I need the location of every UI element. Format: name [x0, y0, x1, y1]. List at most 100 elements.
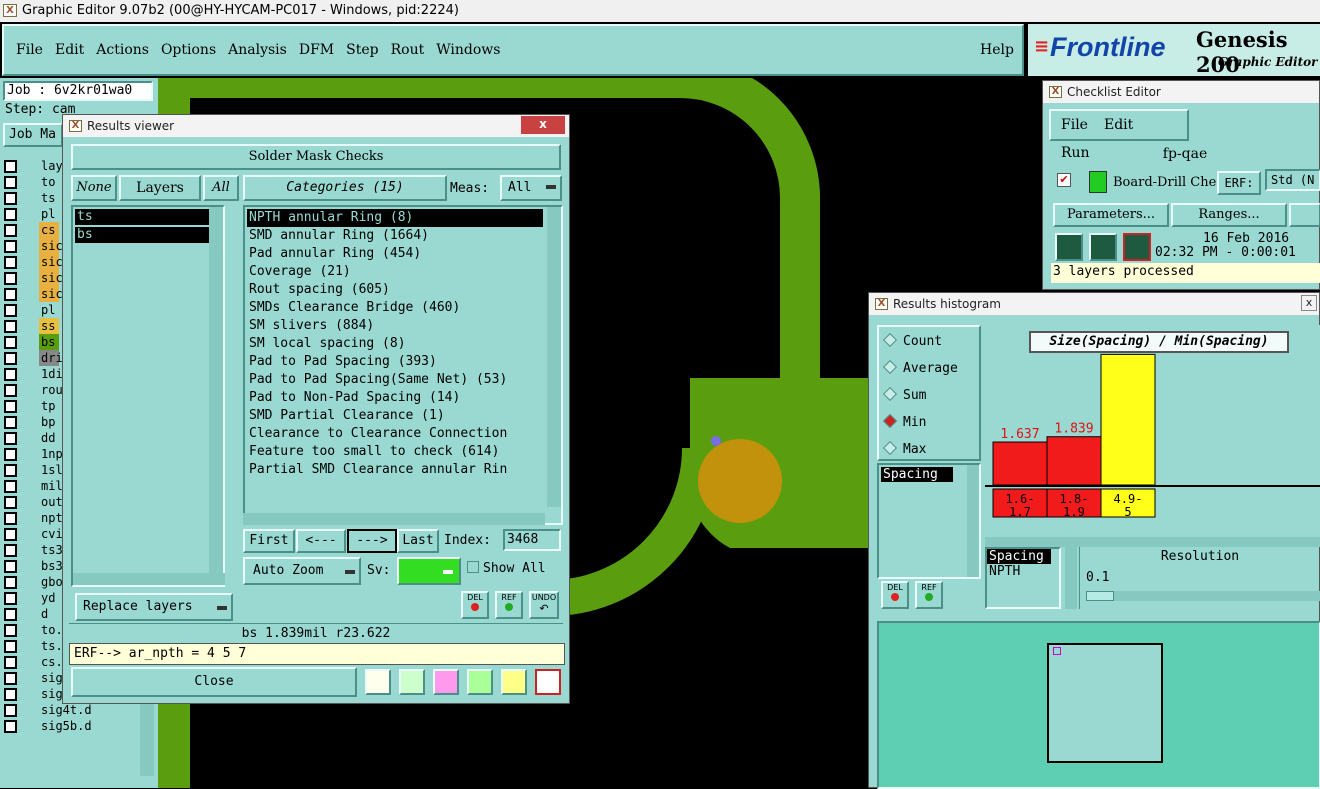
parameters-button[interactable]: Parameters...	[1053, 203, 1169, 227]
spacing-item[interactable]: Spacing	[987, 549, 1051, 564]
show-all-checkbox[interactable]	[467, 561, 479, 573]
export-icon[interactable]	[399, 669, 425, 695]
layer-checkbox[interactable]	[4, 496, 17, 509]
layer-checkbox[interactable]	[4, 256, 17, 269]
menu-analysis[interactable]: Analysis	[228, 42, 287, 58]
hist-ref-button[interactable]: REF	[915, 581, 943, 609]
category-item[interactable]: NPTH annular Ring (8)	[247, 209, 543, 227]
layer-checkbox[interactable]	[4, 400, 17, 413]
erf-button[interactable]: ERF:	[1217, 171, 1261, 195]
category-item[interactable]: Partial SMD Clearance annular Rin	[247, 461, 543, 479]
layer-checkbox[interactable]	[4, 320, 17, 333]
layer-checkbox[interactable]	[4, 208, 17, 221]
layer-checkbox[interactable]	[4, 704, 17, 717]
category-item[interactable]: Coverage (21)	[247, 263, 543, 281]
layer-checkbox[interactable]	[4, 416, 17, 429]
layer-checkbox[interactable]	[4, 192, 17, 205]
category-item[interactable]: SMD Partial Clearance (1)	[247, 407, 543, 425]
mode-option-average[interactable]: Average	[879, 358, 979, 385]
resolution-thumb[interactable]	[1086, 591, 1114, 601]
layer-checkbox[interactable]	[4, 224, 17, 237]
npth-item[interactable]: NPTH	[987, 564, 1059, 579]
category-list-vscroll[interactable]	[547, 207, 561, 507]
menu-actions[interactable]: Actions	[96, 42, 149, 58]
tab-categories[interactable]: Categories (15)	[243, 175, 447, 201]
histogram-icon[interactable]	[535, 669, 561, 695]
layer-checkbox[interactable]	[4, 464, 17, 477]
layer-checkbox[interactable]	[4, 480, 17, 493]
layer-checkbox[interactable]	[4, 560, 17, 573]
all-button[interactable]: All	[203, 175, 239, 201]
menu-rout[interactable]: Rout	[391, 42, 425, 58]
pin-icon[interactable]	[365, 669, 391, 695]
category-item[interactable]: Clearance to Clearance Connection	[247, 425, 543, 443]
layer-checkbox[interactable]	[4, 544, 17, 557]
ranges-button[interactable]: Ranges...	[1171, 203, 1287, 227]
spacing-scroll[interactable]	[1065, 547, 1077, 609]
category-list-hscroll[interactable]	[243, 513, 545, 525]
undo-button[interactable]: UNDO ↶	[529, 591, 559, 619]
del-button[interactable]: DEL	[461, 591, 489, 619]
layer-checkbox[interactable]	[4, 448, 17, 461]
menu-step[interactable]: Step	[346, 42, 378, 58]
category-item[interactable]: SM slivers (884)	[247, 317, 543, 335]
tab-layers[interactable]: Layers	[119, 175, 201, 201]
layer-checkbox[interactable]	[4, 240, 17, 253]
layer-checkbox[interactable]	[4, 592, 17, 605]
layer-checkbox[interactable]	[4, 288, 17, 301]
layer-checkbox[interactable]	[4, 512, 17, 525]
layer-checkbox[interactable]	[4, 576, 17, 589]
last-button[interactable]: Last	[397, 529, 439, 553]
action-label[interactable]: Board-Drill Che	[1113, 175, 1216, 190]
menu-options[interactable]: Options	[161, 42, 216, 58]
category-item[interactable]: SM local spacing (8)	[247, 335, 543, 353]
mode-option-min[interactable]: Min	[879, 412, 979, 439]
layer-checkbox[interactable]	[4, 352, 17, 365]
category-item[interactable]: Pad to Non-Pad Spacing (14)	[247, 389, 543, 407]
menu-dfm[interactable]: DFM	[299, 42, 334, 58]
category-item[interactable]: Pad to Pad Spacing (393)	[247, 353, 543, 371]
erf-field[interactable]: Std (N	[1265, 169, 1320, 191]
run-all-icon[interactable]	[1089, 233, 1117, 261]
layer-list-vscroll[interactable]	[209, 207, 223, 573]
category-item[interactable]: Pad to Pad Spacing(Same Net) (53)	[247, 371, 543, 389]
auto-zoom-dropdown[interactable]: Auto Zoom	[243, 557, 361, 585]
close-icon[interactable]: x	[1301, 295, 1317, 311]
menu-windows[interactable]: Windows	[436, 42, 500, 58]
mode-option-max[interactable]: Max	[879, 439, 979, 466]
layer-checkbox[interactable]	[4, 384, 17, 397]
prev-button[interactable]: <---	[296, 529, 346, 553]
menu-edit[interactable]: Edit	[55, 42, 84, 58]
menu-file[interactable]: File	[16, 42, 43, 58]
layer-checkbox[interactable]	[4, 624, 17, 637]
run-icon[interactable]	[1055, 233, 1083, 261]
layer-checkbox[interactable]	[4, 336, 17, 349]
layer-checkbox[interactable]	[4, 176, 17, 189]
layer-row[interactable]: sig5b.d	[4, 718, 138, 734]
delete-list-icon[interactable]	[433, 669, 459, 695]
layer-list-hscroll[interactable]	[73, 573, 225, 585]
checklist-menu-file[interactable]: File	[1061, 111, 1088, 139]
board-preview[interactable]	[877, 621, 1320, 789]
layer-checkbox[interactable]	[4, 656, 17, 669]
report-icon[interactable]	[467, 669, 493, 695]
hist-del-button[interactable]: DEL	[881, 581, 909, 609]
layer-checkbox[interactable]	[4, 272, 17, 285]
layer-checkbox[interactable]	[4, 368, 17, 381]
radio-icon[interactable]	[882, 386, 898, 402]
sv-dropdown[interactable]	[397, 557, 461, 585]
layer-checkbox[interactable]	[4, 160, 17, 173]
radio-icon[interactable]	[882, 440, 898, 456]
more-button[interactable]	[1289, 203, 1320, 227]
category-item[interactable]: SMDs Clearance Bridge (460)	[247, 299, 543, 317]
first-button[interactable]: First	[243, 529, 295, 553]
mode-option-count[interactable]: Count	[879, 331, 979, 358]
help-menu[interactable]: Help	[980, 42, 1014, 58]
action-checkbox[interactable]: ✔	[1057, 173, 1071, 187]
measure-item[interactable]: Spacing	[881, 467, 953, 482]
category-item[interactable]: Pad annular Ring (454)	[247, 245, 543, 263]
chart-hscroll[interactable]	[985, 537, 1320, 547]
close-icon[interactable]: x	[521, 116, 565, 134]
ref-button[interactable]: REF	[495, 591, 523, 619]
resolution-slider[interactable]	[1086, 591, 1320, 601]
